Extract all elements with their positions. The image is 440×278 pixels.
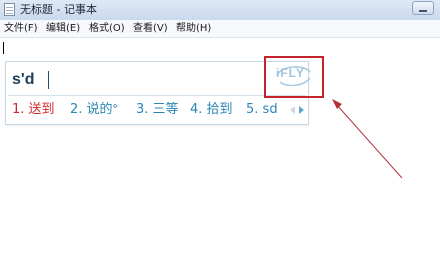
- menu-bar: 文件(F) 编辑(E) 格式(O) 查看(V) 帮助(H): [0, 20, 440, 38]
- menu-format[interactable]: 格式(O): [89, 22, 125, 35]
- ime-candidate-4[interactable]: 4. 拾到: [190, 102, 233, 118]
- annotation-highlight-box: [264, 56, 324, 98]
- text-caret: [3, 42, 4, 54]
- ime-candidate-1[interactable]: 1. 送到: [12, 102, 55, 118]
- ime-candidate-3[interactable]: 3. 三等: [136, 102, 179, 118]
- chevron-left-icon[interactable]: [290, 106, 295, 114]
- candidate-text: 送到: [28, 102, 55, 117]
- window-title: 无标题 - 记事本: [20, 3, 97, 16]
- candidate-text: 说的ᐤ: [86, 102, 118, 117]
- notepad-window: 无标题 - 记事本 文件(F) 编辑(E) 格式(O) 查看(V) 帮助(H) …: [0, 0, 440, 278]
- candidate-index: 5.: [246, 102, 259, 117]
- candidate-index: 2.: [70, 102, 83, 117]
- candidate-index: 3.: [136, 102, 149, 117]
- menu-help[interactable]: 帮助(H): [176, 22, 211, 35]
- candidate-index: 1.: [12, 102, 25, 117]
- ime-candidate-5[interactable]: 5. sd: [246, 102, 278, 118]
- menu-edit[interactable]: 编辑(E): [46, 22, 80, 35]
- ime-candidate-2[interactable]: 2. 说的ᐤ: [70, 102, 118, 118]
- menu-view[interactable]: 查看(V): [133, 22, 168, 35]
- notepad-icon[interactable]: [4, 3, 15, 16]
- candidate-text: 拾到: [206, 102, 233, 117]
- candidate-text: 三等: [152, 102, 179, 117]
- menu-file[interactable]: 文件(F): [4, 22, 38, 35]
- minimize-button[interactable]: [412, 1, 434, 15]
- ime-divider: [8, 95, 306, 96]
- ime-composition-text: s'd: [12, 71, 35, 88]
- ime-page-arrows: [290, 105, 306, 115]
- ime-composition-cursor: [48, 71, 49, 89]
- candidate-index: 4.: [190, 102, 203, 117]
- candidate-text: sd: [262, 102, 278, 117]
- title-bar[interactable]: 无标题 - 记事本: [0, 0, 440, 21]
- chevron-right-icon[interactable]: [299, 106, 304, 114]
